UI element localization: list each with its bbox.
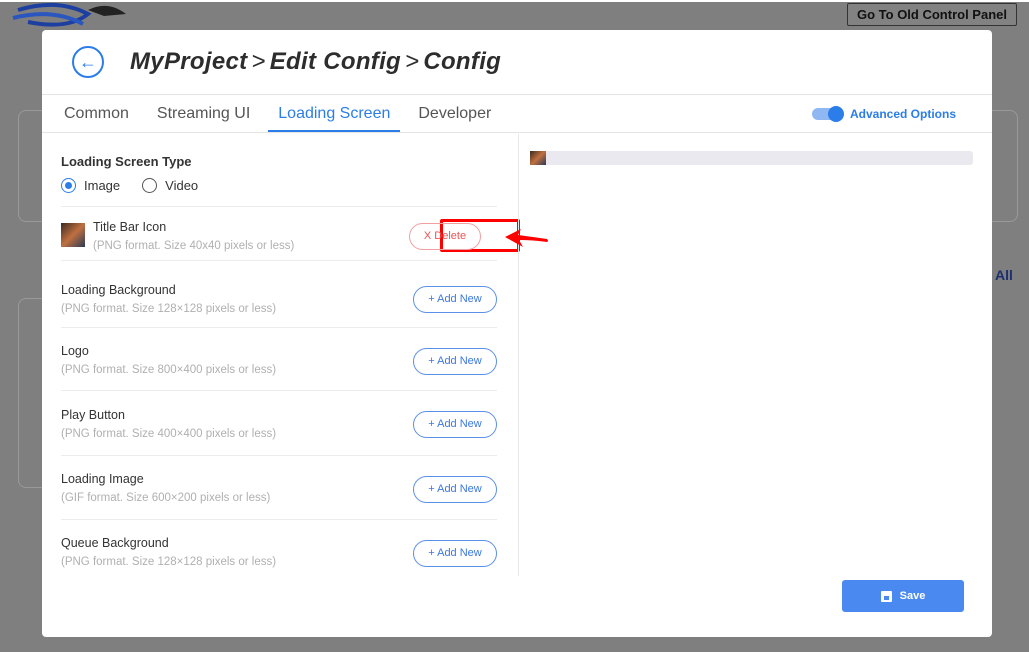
asset-hint: (PNG format. Size 128×128 pixels or less…: [61, 303, 277, 315]
save-button[interactable]: Save: [842, 580, 964, 612]
save-disk-icon: [880, 590, 892, 602]
asset-hint: (PNG format. Size 40x40 pixels or less): [93, 240, 295, 252]
asset-hint: (PNG format. Size 400×400 pixels or less…: [61, 428, 277, 440]
annotation-arrow-icon: [505, 229, 548, 247]
loading-type-label: Loading Screen Type: [61, 154, 192, 169]
add-new-button[interactable]: + Add New: [413, 286, 497, 313]
delete-button[interactable]: X Delete: [409, 223, 481, 250]
preview-bar: [530, 151, 973, 165]
tab-developer[interactable]: Developer: [408, 95, 501, 132]
asset-row-logo: Logo (PNG format. Size 800×400 pixels or …: [61, 327, 497, 390]
breadcrumb: MyProject > Edit Config > Config: [130, 48, 501, 76]
save-label: Save: [899, 590, 926, 602]
tab-loading-screen[interactable]: Loading Screen: [268, 95, 401, 132]
asset-row-loading-image: Loading Image (GIF format. Size 600×200 p…: [61, 455, 497, 519]
asset-hint: (PNG format. Size 128×128 pixels or less…: [61, 556, 277, 568]
asset-title: Play Button: [61, 408, 125, 422]
add-new-button[interactable]: + Add New: [413, 348, 497, 375]
asset-title: Queue Background: [61, 536, 169, 550]
asset-hint: (GIF format. Size 600×200 pixels or less…: [61, 492, 271, 504]
tab-bar: Common Streaming UI Loading Screen Devel…: [42, 95, 992, 133]
crumb-edit-config[interactable]: Edit Config: [270, 48, 401, 75]
asset-row-queue-background: Queue Background (PNG format. Size 128×12…: [61, 519, 497, 583]
tab-common[interactable]: Common: [54, 95, 139, 132]
column-divider: [518, 134, 519, 576]
back-arrow-icon[interactable]: ←: [72, 46, 104, 78]
edit-config-modal: ← MyProject > Edit Config > Config Common St…: [42, 30, 992, 637]
radio-video[interactable]: Video: [142, 178, 198, 193]
add-new-button[interactable]: + Add New: [413, 411, 497, 438]
asset-hint: (PNG format. Size 800×400 pixels or less…: [61, 364, 277, 376]
asset-title: Loading Image: [61, 472, 144, 486]
radio-checked-icon[interactable]: [61, 178, 76, 193]
old-control-panel-button[interactable]: Go To Old Control Panel: [847, 3, 1017, 26]
preview-icon-thumbnail: [530, 151, 546, 165]
radio-label: Video: [165, 178, 199, 193]
asset-settings: Loading Screen Type Image Video Title Ba…: [61, 148, 520, 583]
asset-row-loading-background: Loading Background (PNG format. Size 128×…: [61, 260, 497, 327]
see-all-link[interactable]: All: [995, 267, 1013, 283]
radio-unchecked-icon[interactable]: [142, 178, 158, 193]
crumb-separator: >: [251, 48, 266, 75]
add-new-button[interactable]: + Add New: [413, 540, 497, 567]
advanced-options-label: Advanced Options: [849, 107, 956, 121]
asset-row-title-bar-icon: Title Bar Icon (PNG format. Size 40x40 p…: [61, 206, 520, 260]
asset-title: Loading Background: [61, 283, 176, 297]
tab-streaming-ui[interactable]: Streaming UI: [147, 95, 260, 132]
radio-image[interactable]: Image: [61, 178, 120, 193]
add-new-button[interactable]: + Add New: [413, 476, 497, 503]
image-thumbnail: [61, 223, 85, 247]
asset-row-play-button: Play Button (PNG format. Size 400×400 pix…: [61, 390, 497, 455]
advanced-options[interactable]: Advanced Options: [811, 106, 956, 122]
radio-label: Image: [84, 178, 121, 193]
crumb-config: Config: [423, 48, 502, 75]
advanced-options-toggle[interactable]: [811, 106, 844, 122]
loading-type-radio-group: Image Video: [61, 178, 497, 193]
modal-header: ← MyProject > Edit Config > Config: [42, 30, 992, 95]
page-top: [0, 0, 1029, 2]
crumb-separator: >: [405, 48, 420, 75]
crumb-project[interactable]: MyProject: [130, 48, 247, 75]
asset-title: Logo: [61, 344, 89, 358]
asset-title: Title Bar Icon: [93, 220, 167, 234]
